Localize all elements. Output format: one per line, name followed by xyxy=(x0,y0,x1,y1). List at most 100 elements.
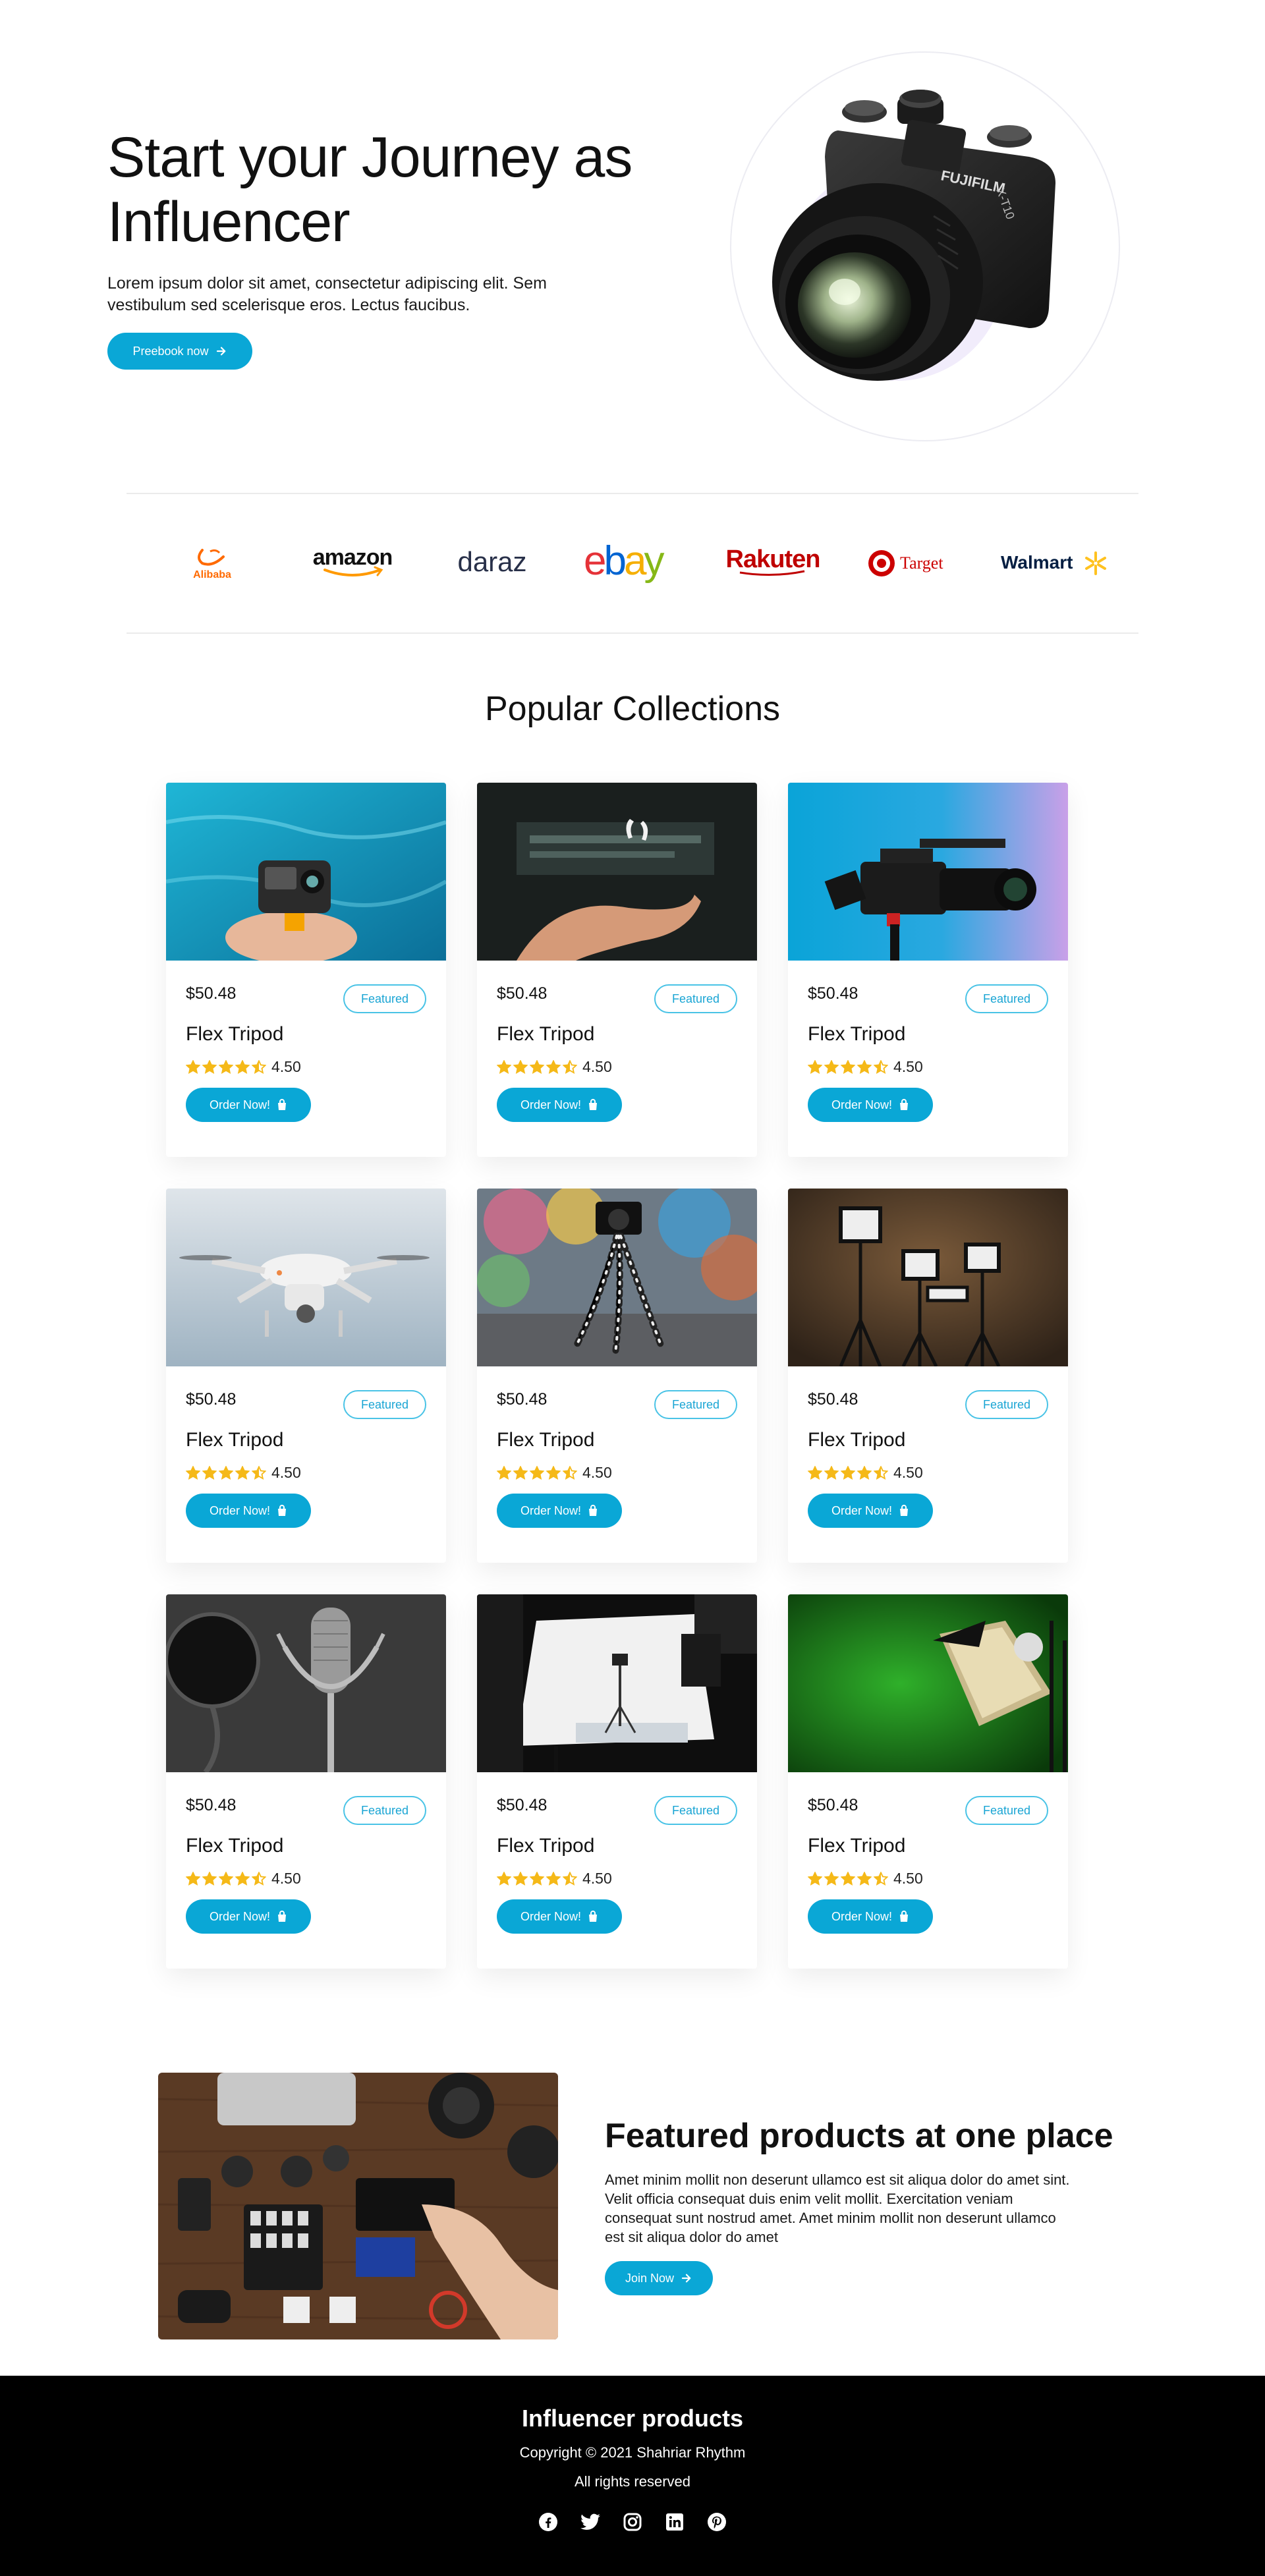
star-icon xyxy=(219,1465,233,1480)
rating: 4.50 xyxy=(186,1464,301,1482)
arrow-right-icon xyxy=(681,2274,691,2283)
order-now-label: Order Now! xyxy=(520,1909,582,1923)
join-now-button[interactable]: Join Now xyxy=(605,2261,713,2295)
product-price: $50.48 xyxy=(808,984,858,1003)
product-name: Flex Tripod xyxy=(186,1023,284,1045)
ebay-logo-text: ebay xyxy=(584,540,664,584)
order-now-button[interactable]: Order Now! xyxy=(186,1494,311,1528)
twitter-icon[interactable] xyxy=(580,2511,601,2533)
star-icon xyxy=(186,1871,200,1886)
shopping-bag-icon xyxy=(589,1099,598,1110)
star-icon xyxy=(546,1059,561,1074)
star-icon xyxy=(202,1059,217,1074)
order-now-button[interactable]: Order Now! xyxy=(497,1899,622,1934)
shopping-bag-icon xyxy=(589,1505,598,1516)
order-now-button[interactable]: Order Now! xyxy=(497,1494,622,1528)
star-icon xyxy=(219,1871,233,1886)
linkedin-icon[interactable] xyxy=(664,2511,685,2533)
daraz-logo[interactable]: daraz xyxy=(433,534,551,593)
hero-section: Start your Journey as Influencer Lorem i… xyxy=(0,0,1265,474)
product-name: Flex Tripod xyxy=(808,1023,906,1045)
product-card: $50.48 Featured Flex Tripod 4.50 Order N… xyxy=(166,783,446,1157)
order-now-button[interactable]: Order Now! xyxy=(186,1899,311,1934)
star-icon xyxy=(824,1059,839,1074)
star-icon xyxy=(857,1871,872,1886)
product-price: $50.48 xyxy=(497,984,548,1003)
order-now-label: Order Now! xyxy=(209,1098,271,1111)
product-grid: $50.48 Featured Flex Tripod 4.50 Order N… xyxy=(166,783,1069,1969)
featured-badge: Featured xyxy=(343,1390,426,1419)
star-icon xyxy=(563,1871,577,1886)
order-now-button[interactable]: Order Now! xyxy=(497,1088,622,1122)
walmart-logo-text: Walmart xyxy=(1001,552,1073,573)
star-icon xyxy=(202,1871,217,1886)
rating-stars xyxy=(808,1465,888,1480)
order-now-button[interactable]: Order Now! xyxy=(808,1899,933,1934)
order-now-label: Order Now! xyxy=(831,1098,893,1111)
order-now-button[interactable]: Order Now! xyxy=(808,1494,933,1528)
shopping-bag-icon xyxy=(278,1911,287,1922)
rating-stars xyxy=(186,1059,266,1075)
rating-stars xyxy=(186,1871,266,1886)
product-card: $50.48 Featured Flex Tripod 4.50 Order N… xyxy=(477,1189,757,1563)
star-icon xyxy=(513,1465,528,1480)
order-now-button[interactable]: Order Now! xyxy=(186,1088,311,1122)
product-image xyxy=(166,1189,446,1366)
product-card: $50.48 Featured Flex Tripod 4.50 Order N… xyxy=(788,1594,1068,1969)
alibaba-logo-text: Alibaba xyxy=(193,569,231,580)
pinterest-icon[interactable] xyxy=(706,2511,727,2533)
rating: 4.50 xyxy=(497,1870,612,1888)
star-icon xyxy=(497,1465,511,1480)
facebook-icon[interactable] xyxy=(538,2511,559,2533)
product-image xyxy=(477,783,757,961)
target-logo-text: Target xyxy=(900,553,943,573)
star-icon xyxy=(857,1059,872,1074)
brand-divider-top xyxy=(126,493,1138,494)
rakuten-logo[interactable]: Rakuten xyxy=(714,534,832,593)
product-card-body: $50.48 Featured Flex Tripod 4.50 Order N… xyxy=(788,1366,1068,1563)
product-image xyxy=(788,1189,1068,1366)
star-icon xyxy=(857,1465,872,1480)
walmart-logo[interactable]: Walmart xyxy=(994,534,1112,593)
star-icon xyxy=(874,1465,888,1480)
brand-divider-bottom xyxy=(126,632,1138,634)
shopping-bag-icon xyxy=(900,1099,909,1110)
star-icon xyxy=(219,1059,233,1074)
shopping-bag-icon xyxy=(900,1911,909,1922)
product-card-body: $50.48 Featured Flex Tripod 4.50 Order N… xyxy=(166,961,446,1157)
star-icon xyxy=(235,1871,250,1886)
product-name: Flex Tripod xyxy=(808,1429,906,1451)
product-image xyxy=(788,1594,1068,1772)
rating: 4.50 xyxy=(808,1058,923,1076)
product-card: $50.48 Featured Flex Tripod 4.50 Order N… xyxy=(788,783,1068,1157)
star-icon xyxy=(530,1871,544,1886)
instagram-icon[interactable] xyxy=(622,2511,643,2533)
featured-description: Amet minim mollit non deserunt ullamco e… xyxy=(605,2171,1070,2245)
product-price: $50.48 xyxy=(808,1390,858,1409)
product-card-body: $50.48 Featured Flex Tripod 4.50 Order N… xyxy=(477,1366,757,1563)
brand-logos: Alibaba amazon daraz ebay Rakuten Target… xyxy=(126,527,1138,600)
star-icon xyxy=(841,1465,855,1480)
star-icon xyxy=(497,1871,511,1886)
amazon-logo[interactable]: amazon xyxy=(293,534,412,593)
product-card: $50.48 Featured Flex Tripod 4.50 Order N… xyxy=(788,1189,1068,1563)
rating: 4.50 xyxy=(497,1464,612,1482)
order-now-button[interactable]: Order Now! xyxy=(808,1088,933,1122)
featured-badge: Featured xyxy=(343,984,426,1013)
preebook-button-label: Preebook now xyxy=(132,344,209,358)
product-image xyxy=(788,783,1068,961)
star-icon xyxy=(546,1465,561,1480)
ebay-logo[interactable]: ebay xyxy=(573,534,692,593)
star-icon xyxy=(808,1465,822,1480)
product-card: $50.48 Featured Flex Tripod 4.50 Order N… xyxy=(166,1594,446,1969)
rating-value: 4.50 xyxy=(582,1058,612,1075)
order-now-label: Order Now! xyxy=(209,1503,271,1517)
star-icon xyxy=(563,1465,577,1480)
star-icon xyxy=(563,1059,577,1074)
rating-value: 4.50 xyxy=(893,1870,923,1887)
product-name: Flex Tripod xyxy=(497,1023,595,1045)
daraz-logo-text: daraz xyxy=(458,546,527,577)
target-logo[interactable]: Target xyxy=(853,534,972,593)
preebook-button[interactable]: Preebook now xyxy=(107,333,252,370)
alibaba-logo[interactable]: Alibaba xyxy=(153,534,271,593)
